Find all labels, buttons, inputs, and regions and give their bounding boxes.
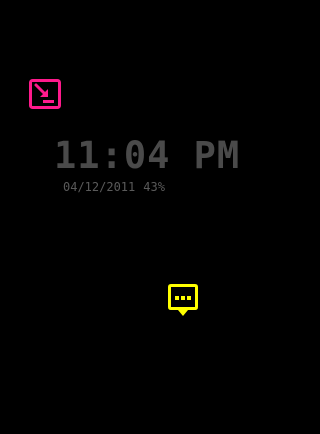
status-line: 04/12/2011 43% [63,180,165,194]
unread-message-icon[interactable] [167,283,199,317]
date-text: 04/12/2011 [63,180,136,194]
clock-time: 11:04 PM [54,134,241,177]
lock-screen: 11:04 PM 04/12/2011 43% [0,0,260,434]
battery-level: 43% [143,180,165,194]
download-notification-icon[interactable] [29,79,61,109]
download-to-tray-icon [29,79,61,109]
chat-bubble-ellipsis-icon [168,284,198,316]
